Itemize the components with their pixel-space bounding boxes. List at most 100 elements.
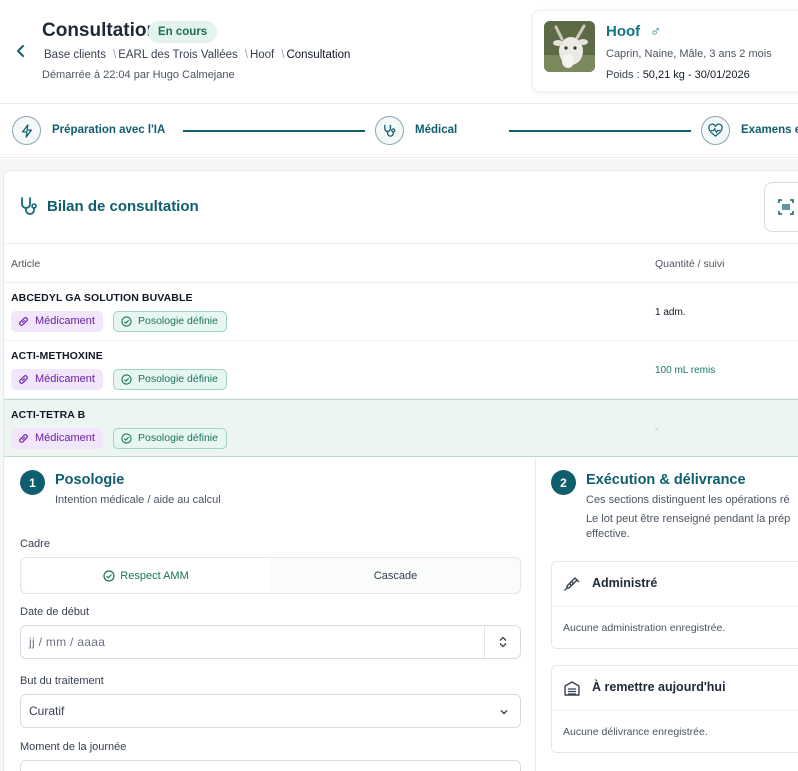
breadcrumb-item-owner[interactable]: EARL des Trois Vallées [118,49,238,61]
male-sex-icon: ♂ [650,23,662,40]
consultation-header: Consultation En cours Base clients \ EARL … [0,0,798,104]
column-header-article: Article [11,258,41,270]
stethoscope-icon[interactable] [375,116,404,145]
column-header-quantity: Quantité / suivi [655,258,725,270]
pill-icon [19,375,28,384]
posologie-subtitle: Intention médicale / aide au calcul [55,494,221,506]
breadcrumb-item-current: Consultation [286,49,351,61]
to-deliver-card-header: À remettre aujourd'hui [552,666,798,711]
pill-icon [19,317,28,326]
step-label-examens[interactable]: Examens et [741,124,798,136]
treatment-goal-value: Curatif [29,704,65,718]
administered-empty-text: Aucune administration enregistrée. [563,622,726,634]
check-circle-icon [121,374,132,385]
check-circle-icon [121,316,132,327]
workflow-stepper: Préparation avec l'IA Médical Examens et [0,105,798,158]
posologie-tag: Posologie définie [113,428,227,449]
moment-label: Moment de la journée [20,741,127,753]
article-name: ACTI-TETRA B [11,409,86,421]
posologie-tag-label: Posologie définie [138,315,218,327]
but-label: But du traitement [20,675,104,687]
cadre-option-cascade[interactable]: Cascade [271,559,520,592]
stethoscope-icon [18,196,38,221]
check-circle-icon [103,569,115,582]
patient-photo [544,21,595,72]
quantity-value: 1 adm. [655,307,686,318]
cadre-option-amm[interactable]: Respect AMM [22,559,270,592]
breadcrumb: Base clients \ EARL des Trois Vallées \ Hoof… [44,49,351,61]
syringe-icon [563,576,581,599]
step-number-badge: 1 [20,470,45,495]
to-deliver-card-title: À remettre aujourd'hui [592,680,726,694]
medicament-tag: Médicament [11,428,103,449]
step-number-badge: 2 [551,470,576,495]
up-down-chevron-icon [499,636,506,648]
weight-label: Poids : [606,69,643,81]
table-row[interactable]: ACTI-METHOXINE Médicament Posologie défi… [4,341,798,399]
table-header: Article Quantité / suivi [4,243,798,283]
bolt-icon[interactable] [12,116,41,145]
cadre-option-cascade-label: Cascade [373,569,418,582]
step-label-medical[interactable]: Médical [415,124,457,136]
date-spinner[interactable] [484,626,520,658]
package-icon [563,680,581,703]
medicament-tag-label: Médicament [35,315,95,327]
date-placeholder: jj / mm / aaaa [29,635,106,649]
execution-description-3: effective. [586,528,630,540]
execution-description-1: Ces sections distinguent les opérations … [586,494,790,506]
administered-card: Administré Aucune administration enregis… [551,561,798,649]
check-circle-icon [121,433,132,444]
step-label-ia[interactable]: Préparation avec l'IA [52,124,165,136]
patient-description: Caprin, Naine, Mâle, 3 ans 2 mois [606,48,772,60]
execution-description-2: Le lot peut être renseigné pendant la pr… [586,513,791,525]
quantity-value: - [655,424,659,435]
date-label: Date de début [20,606,90,618]
moment-select[interactable] [20,760,521,771]
cadre-segmented-control: Respect AMM Cascade [20,557,521,594]
status-badge: En cours [148,21,218,43]
column-divider [535,458,536,771]
administered-card-title: Administré [592,576,658,590]
cadre-label: Cadre [20,538,50,550]
patient-card[interactable]: Hoof ♂ Caprin, Naine, Mâle, 3 ans 2 mois… [532,10,798,92]
to-deliver-empty-text: Aucune délivrance enregistrée. [563,726,708,738]
article-name: ABCEDYL GA SOLUTION BUVABLE [11,292,193,304]
bilan-panel: Bilan de consultation Article Quantité /… [3,170,798,771]
execution-title: Exécution & délivrance [586,472,746,488]
step-connector [509,130,691,132]
medicament-tag: Médicament [11,369,103,390]
posologie-tag-label: Posologie définie [138,373,218,385]
bilan-title: Bilan de consultation [47,198,199,215]
chevron-down-icon [498,705,510,723]
step-connector [183,130,365,132]
patient-weight: Poids : 50,21 kg - 30/01/2026 [606,69,750,81]
article-name: ACTI-METHOXINE [11,350,103,362]
to-deliver-card: À remettre aujourd'hui Aucune délivrance… [551,665,798,753]
heart-pulse-icon[interactable] [701,116,730,145]
posologie-tag: Posologie définie [113,369,227,390]
posologie-tag-label: Posologie définie [138,432,218,444]
barcode-icon [778,199,794,215]
article-details: 1 Posologie Intention médicale / aide au… [4,458,798,771]
consultation-start-info: Démarrée à 22:04 par Hugo Calmejane [42,69,235,81]
medicament-tag: Médicament [11,311,103,332]
quantity-value: 100 mL remis [655,365,716,376]
page-title: Consultation [42,20,159,41]
posologie-title: Posologie [55,472,125,488]
weight-value: 50,21 kg - 30/01/2026 [642,69,750,81]
barcode-scan-button[interactable] [764,182,798,232]
start-date-input[interactable]: jj / mm / aaaa [20,625,521,659]
back-arrow-icon[interactable] [12,40,30,62]
cadre-option-amm-label: Respect AMM [120,569,189,582]
pill-icon [19,434,28,443]
patient-name[interactable]: Hoof [606,23,640,40]
medicament-tag-label: Médicament [35,373,95,385]
administered-card-header: Administré [552,562,798,607]
breadcrumb-item-patient[interactable]: Hoof [250,49,274,61]
treatment-goal-select[interactable]: Curatif [20,694,521,728]
breadcrumb-item-clients[interactable]: Base clients [44,49,106,61]
table-row-selected[interactable]: ACTI-TETRA B Médicament Posologie défini… [4,399,798,457]
medicament-tag-label: Médicament [35,432,95,444]
table-row[interactable]: ABCEDYL GA SOLUTION BUVABLE Médicament P… [4,283,798,341]
posologie-tag: Posologie définie [113,311,227,332]
